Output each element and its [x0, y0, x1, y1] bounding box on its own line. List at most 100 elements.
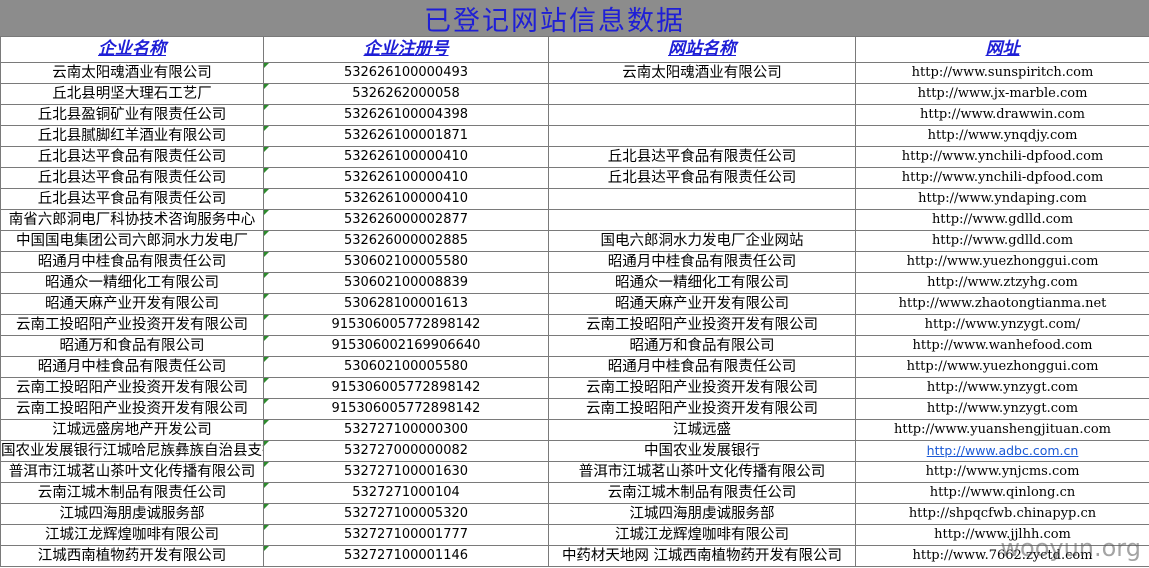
cell-company-name[interactable]: 丘北县达平食品有限责任公司: [0, 167, 264, 189]
cell-registration-number[interactable]: 532626100001871: [263, 125, 549, 147]
cell-site-name[interactable]: 江城远盛: [548, 419, 856, 441]
cell-site-name[interactable]: 丘北县达平食品有限责任公司: [548, 167, 856, 189]
cell-registration-number[interactable]: 915306002169906640: [263, 335, 549, 357]
cell-site-name[interactable]: [548, 188, 856, 210]
cell-url[interactable]: http://www.sunspiritch.com: [855, 62, 1149, 84]
cell-registration-number[interactable]: 532727000000082: [263, 440, 549, 462]
cell-registration-number[interactable]: 532727100005320: [263, 503, 549, 525]
cell-registration-number[interactable]: 532626100000410: [263, 188, 549, 210]
cell-registration-number[interactable]: 532727100001630: [263, 461, 549, 483]
cell-url[interactable]: http://www.yndaping.com: [855, 188, 1149, 210]
cell-registration-number[interactable]: 532626100000410: [263, 146, 549, 168]
cell-company-name[interactable]: 丘北县达平食品有限责任公司: [0, 146, 264, 168]
cell-url[interactable]: http://www.gdlld.com: [855, 230, 1149, 252]
cell-site-name[interactable]: [548, 83, 856, 105]
cell-company-name[interactable]: 江城四海朋虔诚服务部: [0, 503, 264, 525]
cell-company-name[interactable]: 普洱市江城茗山茶叶文化传播有限公司: [0, 461, 264, 483]
cell-url[interactable]: http://www.yuanshengjituan.com: [855, 419, 1149, 441]
cell-url[interactable]: http://www.adbc.com.cn: [855, 440, 1149, 462]
cell-registration-number[interactable]: 5326262000058: [263, 83, 549, 105]
cell-site-name[interactable]: 云南工投昭阳产业投资开发有限公司: [548, 314, 856, 336]
cell-company-name[interactable]: 云南太阳魂酒业有限公司: [0, 62, 264, 84]
cell-registration-number[interactable]: 532626100000493: [263, 62, 549, 84]
cell-company-name[interactable]: 云南工投昭阳产业投资开发有限公司: [0, 314, 264, 336]
cell-company-name[interactable]: 云南江城木制品有限责任公司: [0, 482, 264, 504]
cell-site-name[interactable]: [548, 104, 856, 126]
cell-url[interactable]: http://www.ynchili-dpfood.com: [855, 146, 1149, 168]
cell-company-name[interactable]: 云南工投昭阳产业投资开发有限公司: [0, 398, 264, 420]
cell-registration-number[interactable]: 530628100001613: [263, 293, 549, 315]
cell-registration-number[interactable]: 915306005772898142: [263, 398, 549, 420]
cell-site-name[interactable]: 云南工投昭阳产业投资开发有限公司: [548, 398, 856, 420]
cell-site-name[interactable]: 江城江龙辉煌咖啡有限公司: [548, 524, 856, 546]
cell-url[interactable]: http://www.jx-marble.com: [855, 83, 1149, 105]
cell-site-name[interactable]: 昭通万和食品有限公司: [548, 335, 856, 357]
cell-site-name[interactable]: 云南工投昭阳产业投资开发有限公司: [548, 377, 856, 399]
cell-url[interactable]: http://www.ynzygt.com: [855, 377, 1149, 399]
cell-company-name[interactable]: 昭通月中桂食品有限责任公司: [0, 356, 264, 378]
header-site-name[interactable]: 网站名称: [548, 36, 856, 63]
cell-company-name[interactable]: 云南工投昭阳产业投资开发有限公司: [0, 377, 264, 399]
cell-company-name[interactable]: 江城远盛房地产开发公司: [0, 419, 264, 441]
cell-site-name[interactable]: 昭通众一精细化工有限公司: [548, 272, 856, 294]
header-url[interactable]: 网址: [855, 36, 1149, 63]
cell-site-name[interactable]: 国电六郎洞水力发电厂企业网站: [548, 230, 856, 252]
cell-url[interactable]: http://www.ztzyhg.com: [855, 272, 1149, 294]
cell-company-name[interactable]: 丘北县明坚大理石工艺厂: [0, 83, 264, 105]
cell-company-name[interactable]: 国农业发展银行江城哈尼族彝族自治县支行: [0, 440, 264, 462]
cell-site-name[interactable]: 中药材天地网 江城西南植物药开发有限公司: [548, 545, 856, 567]
cell-company-name[interactable]: 昭通天麻产业开发有限公司: [0, 293, 264, 315]
cell-company-name[interactable]: 南省六郎洞电厂科协技术咨询服务中心: [0, 209, 264, 231]
cell-site-name[interactable]: 云南太阳魂酒业有限公司: [548, 62, 856, 84]
cell-registration-number[interactable]: 915306005772898142: [263, 314, 549, 336]
cell-url[interactable]: http://www.yuezhonggui.com: [855, 251, 1149, 273]
header-company-name[interactable]: 企业名称: [0, 36, 264, 63]
cell-site-name[interactable]: 中国农业发展银行: [548, 440, 856, 462]
cell-registration-number[interactable]: 530602100008839: [263, 272, 549, 294]
cell-site-name[interactable]: [548, 209, 856, 231]
cell-site-name[interactable]: 昭通月中桂食品有限责任公司: [548, 356, 856, 378]
cell-company-name[interactable]: 江城西南植物药开发有限公司: [0, 545, 264, 567]
cell-site-name[interactable]: 昭通天麻产业开发有限公司: [548, 293, 856, 315]
cell-url[interactable]: http://www.ynqdjy.com: [855, 125, 1149, 147]
cell-registration-number[interactable]: 5327271000104: [263, 482, 549, 504]
cell-url[interactable]: http://www.ynchili-dpfood.com: [855, 167, 1149, 189]
cell-registration-number[interactable]: 915306005772898142: [263, 377, 549, 399]
cell-site-name[interactable]: 云南江城木制品有限责任公司: [548, 482, 856, 504]
cell-company-name[interactable]: 昭通万和食品有限公司: [0, 335, 264, 357]
cell-url[interactable]: http://www.jjlhh.com: [855, 524, 1149, 546]
cell-company-name[interactable]: 丘北县腻脚红羊酒业有限公司: [0, 125, 264, 147]
cell-registration-number[interactable]: 532626100004398: [263, 104, 549, 126]
cell-url[interactable]: http://www.qinlong.cn: [855, 482, 1149, 504]
cell-company-name[interactable]: 丘北县盈铜矿业有限责任公司: [0, 104, 264, 126]
cell-url[interactable]: http://www.ynzygt.com/: [855, 314, 1149, 336]
cell-company-name[interactable]: 中国国电集团公司六郎洞水力发电厂: [0, 230, 264, 252]
cell-registration-number[interactable]: 532626100000410: [263, 167, 549, 189]
cell-registration-number[interactable]: 532727100001146: [263, 545, 549, 567]
cell-url[interactable]: http://shpqcfwb.chinapyp.cn: [855, 503, 1149, 525]
cell-site-name[interactable]: 昭通月中桂食品有限责任公司: [548, 251, 856, 273]
cell-url[interactable]: http://www.ynjcms.com: [855, 461, 1149, 483]
cell-company-name[interactable]: 昭通众一精细化工有限公司: [0, 272, 264, 294]
cell-registration-number[interactable]: 530602100005580: [263, 356, 549, 378]
cell-url[interactable]: http://www.drawwin.com: [855, 104, 1149, 126]
cell-site-name[interactable]: 普洱市江城茗山茶叶文化传播有限公司: [548, 461, 856, 483]
cell-site-name[interactable]: 江城四海朋虔诚服务部: [548, 503, 856, 525]
cell-company-name[interactable]: 江城江龙辉煌咖啡有限公司: [0, 524, 264, 546]
cell-company-name[interactable]: 丘北县达平食品有限责任公司: [0, 188, 264, 210]
cell-url[interactable]: http://www.gdlld.com: [855, 209, 1149, 231]
cell-url[interactable]: http://www.yuezhonggui.com: [855, 356, 1149, 378]
cell-url[interactable]: http://www.zhaotongtianma.net: [855, 293, 1149, 315]
cell-registration-number[interactable]: 532626000002877: [263, 209, 549, 231]
cell-registration-number[interactable]: 532727100000300: [263, 419, 549, 441]
cell-registration-number[interactable]: 530602100005580: [263, 251, 549, 273]
cell-site-name[interactable]: 丘北县达平食品有限责任公司: [548, 146, 856, 168]
cell-url[interactable]: http://www.wanhefood.com: [855, 335, 1149, 357]
cell-company-name[interactable]: 昭通月中桂食品有限责任公司: [0, 251, 264, 273]
cell-registration-number[interactable]: 532727100001777: [263, 524, 549, 546]
cell-site-name[interactable]: [548, 125, 856, 147]
header-registration-number[interactable]: 企业注册号: [263, 36, 549, 63]
cell-url[interactable]: http://www.ynzygt.com: [855, 398, 1149, 420]
cell-registration-number[interactable]: 532626000002885: [263, 230, 549, 252]
cell-url[interactable]: http://www.7662.zyctd.com: [855, 545, 1149, 567]
